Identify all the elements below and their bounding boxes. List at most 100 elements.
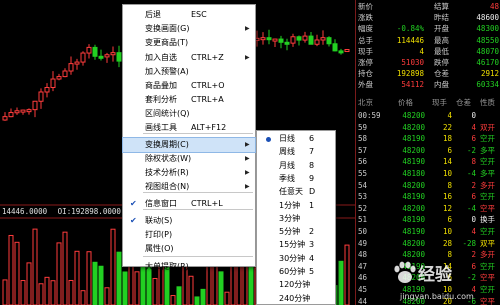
volume-bar	[14, 241, 20, 305]
quote-value: 48300	[476, 24, 499, 34]
candle-body	[290, 36, 296, 44]
menu-item[interactable]: 除权状态(W) ▶	[123, 152, 255, 166]
candle-body	[80, 52, 86, 63]
candle-body	[338, 50, 344, 54]
menu-item[interactable]: 区间统计(Q)	[123, 107, 255, 121]
period-option[interactable]: 任意天 D	[257, 185, 335, 199]
volume-bar	[104, 287, 110, 305]
volume-bar	[122, 271, 128, 305]
volume-bar	[194, 296, 200, 305]
menu-item-label: 信息窗口	[145, 199, 177, 208]
menu-item-shortcut: ALT+F12	[191, 123, 227, 132]
tick-type: 多开	[480, 180, 495, 190]
menu-item[interactable]: 商品叠加 CTRL+O	[123, 79, 255, 93]
candle-body	[296, 36, 302, 41]
menu-item[interactable]: 技术分析(R) ▶	[123, 166, 255, 180]
menu-item-label: 变换画面(G)	[145, 24, 190, 33]
quote-row: 幅度 -0.84% 开盘 48300	[356, 23, 500, 34]
menu-item[interactable]: ✔ 联动(S)	[123, 214, 255, 228]
menu-item[interactable]: ✔ 信息窗口 CTRL+L	[123, 197, 255, 211]
volume-bar	[2, 279, 8, 305]
tick-oi-change: 4	[471, 122, 476, 132]
period-option[interactable]: 季线 9	[257, 172, 335, 186]
candle-body	[86, 46, 92, 54]
candle-body	[74, 61, 80, 65]
tick-time: 47	[358, 261, 368, 271]
candle-body	[116, 52, 122, 62]
period-option[interactable]: 60分钟 5	[257, 265, 335, 279]
candle-body	[2, 116, 8, 121]
menu-item-shortcut: ESC	[191, 10, 207, 19]
tick-price: 48200	[402, 203, 425, 213]
tick-header-oi: 仓差	[456, 98, 471, 107]
candle-body	[92, 46, 98, 57]
menu-item[interactable]: 加入预警(A)	[123, 65, 255, 79]
period-option[interactable]: 周线 7	[257, 145, 335, 159]
quote-row: 总手 114446 最高 48550	[356, 35, 500, 46]
period-option[interactable]: 15分钟 3	[257, 238, 335, 252]
tick-oi-change: -4	[466, 203, 476, 213]
tick-type: 空开	[480, 192, 495, 202]
quote-row: 涨停 51030 跌停 46170	[356, 57, 500, 68]
tick-time: 44	[358, 296, 368, 305]
candle-body	[332, 43, 338, 52]
tick-oi-change: 0	[471, 111, 476, 120]
tick-time: 55	[358, 169, 368, 178]
menu-item-label: 商品叠加	[145, 81, 177, 90]
quote-label: 结算	[434, 2, 449, 11]
tick-type: 空开	[480, 134, 495, 144]
tick-price: 48200	[402, 145, 425, 155]
menu-item[interactable]: 打印(P)	[123, 228, 255, 242]
menu-item-shortcut: CTRL+A	[191, 95, 224, 104]
tick-price: 48190	[402, 157, 425, 167]
period-option[interactable]: 3分钟	[257, 212, 335, 226]
tick-type: 双开	[480, 122, 495, 132]
tick-volume: 14	[442, 157, 452, 167]
tick-time: 59	[358, 122, 368, 132]
period-option[interactable]: 日线 6	[257, 132, 335, 146]
period-option-label: 月线	[279, 160, 295, 170]
period-option-label: 120分钟	[279, 280, 311, 290]
candle-body	[344, 49, 350, 53]
tick-time: 46	[358, 273, 368, 283]
tick-oi-change: 6	[471, 192, 476, 202]
menu-item[interactable]: 套利分析 CTRL+A	[123, 93, 255, 107]
tick-price: 48200	[402, 122, 425, 132]
period-option-label: 3分钟	[279, 213, 301, 223]
tick-price: 48190	[402, 227, 425, 236]
watermark-url: jingyan.baidu.com	[400, 292, 474, 301]
tick-row: 49 48200 28 -28 双平	[356, 238, 500, 250]
candle-body	[314, 39, 320, 45]
menu-item[interactable]: 加入自选 CTRL+Z ▶	[123, 51, 255, 65]
tick-time: 50	[358, 227, 368, 236]
menu-item[interactable]: 变换周期(C) ▶	[122, 137, 256, 153]
tick-row: 00:59 48200 4 0	[356, 110, 500, 122]
tick-type: 空开	[480, 157, 495, 167]
volume-bar	[8, 234, 14, 305]
menu-item-shortcut: CTRL+O	[191, 81, 225, 90]
menu-item-shortcut: CTRL+Z	[191, 53, 224, 62]
period-option[interactable]: 月线 8	[257, 159, 335, 173]
quote-label: 涨停	[358, 58, 373, 67]
period-option-key: 1	[309, 200, 315, 210]
menu-item[interactable]: 变换画面(G) ▶	[123, 22, 255, 36]
menu-item[interactable]: 属性(O)	[123, 242, 255, 256]
tick-type: 多平	[480, 145, 495, 155]
menu-item[interactable]: 大单提取(R)	[123, 260, 255, 274]
candle-body	[104, 54, 110, 58]
tick-volume: 4	[447, 111, 452, 120]
candle-body	[260, 37, 266, 41]
menu-item-label: 加入自选	[145, 53, 177, 62]
menu-item[interactable]: 视图组合(N) ▶	[123, 180, 255, 194]
tick-time: 48	[358, 250, 368, 260]
period-option[interactable]: 1分钟 1	[257, 199, 335, 213]
period-option[interactable]: 120分钟	[257, 278, 335, 292]
period-option[interactable]: 30分钟 4	[257, 252, 335, 266]
tick-volume: 6	[447, 145, 452, 155]
menu-item[interactable]: 画线工具 ALT+F12	[123, 121, 255, 135]
period-option[interactable]: 5分钟 2	[257, 225, 335, 239]
period-option[interactable]: 240分钟	[257, 292, 335, 305]
menu-item[interactable]: 后退 ESC	[123, 8, 255, 22]
menu-item-label: 区间统计(Q)	[145, 109, 190, 118]
menu-item[interactable]: 变更商品(T)	[123, 36, 255, 50]
